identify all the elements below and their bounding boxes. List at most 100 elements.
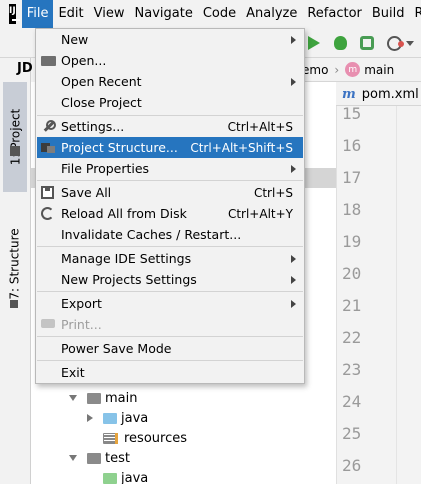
menu-item-invalidate-caches[interactable]: Invalidate Caches / Restart... <box>37 224 303 245</box>
menu-item-shortcut: Ctrl+Alt+S <box>227 119 293 134</box>
menu-code[interactable]: Code <box>198 0 241 28</box>
editor-tab-pom[interactable]: m pom.xml <box>342 82 419 106</box>
print-icon <box>41 319 55 328</box>
left-tool-dock: 1: Project 7: Structure <box>0 58 31 484</box>
line-number: 24 <box>342 392 362 411</box>
folder-icon <box>41 56 56 66</box>
resources-marker-icon <box>115 432 118 444</box>
line-number: 17 <box>342 168 362 187</box>
line-number: 25 <box>342 424 362 443</box>
app-icon-label: IJ <box>9 6 16 16</box>
menu-item-close-project[interactable]: Close Project <box>37 92 303 113</box>
test-folder-icon <box>103 472 117 484</box>
menu-item-print: Print... <box>37 314 303 335</box>
line-number: 20 <box>342 264 362 283</box>
menu-item-save-all[interactable]: Save All Ctrl+S <box>37 182 303 203</box>
breadcrumb-separator-icon: › <box>334 62 340 77</box>
tool-tab-structure[interactable]: 7: Structure <box>3 216 27 312</box>
menu-item-label: Settings... <box>61 119 125 134</box>
menu-item-new-projects-settings[interactable]: New Projects Settings <box>37 269 303 290</box>
coverage-icon[interactable] <box>360 36 374 50</box>
tree-row-label: java <box>121 410 149 426</box>
menu-item-label: Reload All from Disk <box>61 206 187 221</box>
tree-row[interactable]: resources <box>103 428 187 448</box>
menu-edit[interactable]: Edit <box>53 0 88 28</box>
line-number: 15 <box>342 104 362 123</box>
submenu-arrow-icon <box>291 77 296 86</box>
gutter-separator <box>396 106 397 484</box>
project-header-label: JD <box>17 61 33 76</box>
menu-item-file-properties[interactable]: File Properties <box>37 158 303 179</box>
submenu-arrow-icon <box>291 254 296 263</box>
intellij-app-icon[interactable]: IJ <box>9 4 20 24</box>
menu-item-shortcut: Ctrl+Alt+Y <box>227 206 293 221</box>
menu-item-label: Print... <box>61 317 102 332</box>
project-folder-icon <box>10 146 20 156</box>
menu-item-power-save-mode[interactable]: Power Save Mode <box>37 338 303 359</box>
file-menu-dropdown: New Open... Open Recent Close Project Se… <box>35 28 305 384</box>
folder-icon <box>87 392 101 404</box>
structure-icon <box>10 300 18 308</box>
menu-item-label: Export <box>61 296 102 311</box>
line-number: 19 <box>342 232 362 251</box>
expand-arrow-icon[interactable] <box>69 395 77 401</box>
menu-view[interactable]: View <box>89 0 130 28</box>
menu-item-export[interactable]: Export <box>37 293 303 314</box>
reload-icon <box>41 207 54 220</box>
tree-row[interactable]: java <box>87 408 148 428</box>
menu-build[interactable]: Build <box>367 0 410 28</box>
submenu-arrow-icon <box>291 299 296 308</box>
expand-arrow-icon[interactable] <box>69 455 77 461</box>
tree-row[interactable]: main <box>69 388 137 408</box>
menu-item-label: Invalidate Caches / Restart... <box>61 227 242 242</box>
menu-item-label: Open... <box>61 53 107 68</box>
menu-item-open[interactable]: Open... <box>37 50 303 71</box>
tree-row[interactable]: test <box>69 448 130 468</box>
submenu-arrow-icon <box>291 275 296 284</box>
tree-row[interactable]: java <box>103 468 148 484</box>
ide-window: IJ File Edit View Navigate Code Analyze … <box>0 0 421 484</box>
menu-item-new[interactable]: New <box>37 29 303 50</box>
menu-item-label: Close Project <box>61 95 142 110</box>
menu-refactor[interactable]: Refactor <box>302 0 367 28</box>
breadcrumb-project[interactable]: emo <box>302 63 328 77</box>
menu-run-truncated[interactable]: R <box>410 0 421 28</box>
menu-item-label: Project Structure... <box>61 140 178 155</box>
tree-row-label: java <box>121 470 149 484</box>
menu-item-label: Power Save Mode <box>61 341 172 356</box>
folder-icon <box>87 452 101 464</box>
menu-item-reload-all[interactable]: Reload All from Disk Ctrl+Alt+Y <box>37 203 303 224</box>
maven-file-icon: m <box>342 86 356 102</box>
menu-separator <box>37 336 303 337</box>
navigation-breadcrumb: emo › m main <box>296 58 421 82</box>
line-number: 26 <box>342 456 362 475</box>
menu-item-label: File Properties <box>61 161 150 176</box>
menu-file[interactable]: File <box>21 0 54 28</box>
menu-item-exit[interactable]: Exit <box>37 362 303 383</box>
run-icon[interactable] <box>308 36 320 50</box>
tree-row-label: main <box>105 390 138 406</box>
collapse-arrow-icon[interactable] <box>87 414 93 422</box>
tree-row-label: test <box>105 450 130 466</box>
menu-item-manage-ide-settings[interactable]: Manage IDE Settings <box>37 248 303 269</box>
debug-icon[interactable] <box>334 36 347 50</box>
line-number: 22 <box>342 328 362 347</box>
tool-tab-structure-label: 7: Structure <box>8 228 23 300</box>
menu-bar: IJ File Edit View Navigate Code Analyze … <box>0 0 421 28</box>
menu-separator <box>37 291 303 292</box>
line-number: 23 <box>342 360 362 379</box>
profile-icon[interactable] <box>387 36 404 51</box>
menu-item-settings[interactable]: Settings... Ctrl+Alt+S <box>37 116 303 137</box>
menu-separator <box>37 360 303 361</box>
menu-item-label: Open Recent <box>61 74 142 89</box>
tool-tab-project[interactable]: 1: Project <box>3 82 27 192</box>
tool-tab-project-label: 1: Project <box>8 108 22 166</box>
menu-navigate[interactable]: Navigate <box>130 0 198 28</box>
dropdown-arrow-icon[interactable] <box>406 41 414 46</box>
menu-item-project-structure[interactable]: Project Structure... Ctrl+Alt+Shift+S <box>37 137 303 158</box>
submenu-arrow-icon <box>291 164 296 173</box>
menu-item-label: Manage IDE Settings <box>61 251 192 266</box>
menu-item-open-recent[interactable]: Open Recent <box>37 71 303 92</box>
breadcrumb-module[interactable]: main <box>364 63 394 77</box>
menu-analyze[interactable]: Analyze <box>241 0 302 28</box>
